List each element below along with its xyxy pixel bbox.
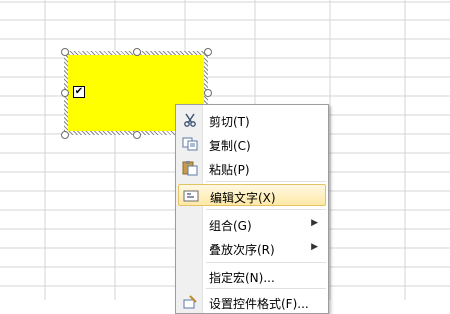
menu-item-order[interactable]: 叠放次序(R) ▶: [178, 237, 326, 259]
resize-handle-bottom-middle[interactable]: [133, 131, 141, 139]
resize-handle-bottom-left[interactable]: [61, 131, 69, 139]
menu-item-label: 复制(C): [209, 139, 251, 153]
menu-separator: [206, 209, 326, 210]
resize-handle-top-left[interactable]: [61, 48, 69, 56]
menu-item-copy[interactable]: 复制(C): [178, 133, 326, 155]
menu-item-label: 设置控件格式(F)...: [209, 297, 309, 311]
resize-handle-middle-right[interactable]: [204, 89, 212, 97]
menu-separator: [206, 288, 326, 289]
menu-item-edit-text[interactable]: 编辑文字(X): [178, 184, 326, 206]
menu-item-label: 编辑文字(X): [210, 191, 276, 205]
format-control-icon: [182, 294, 198, 310]
menu-item-group[interactable]: 组合(G) ▶: [178, 213, 326, 235]
copy-icon: [182, 136, 198, 152]
context-menu: 剪切(T) 复制(C) 粘贴(P) 编辑文字(X) 组合(G) ▶ 叠放次序(R…: [175, 104, 329, 314]
menu-separator: [206, 262, 326, 263]
menu-item-label: 指定宏(N)...: [209, 271, 275, 285]
paste-icon: [182, 160, 198, 176]
scissors-icon: [182, 112, 198, 128]
resize-handle-top-middle[interactable]: [133, 48, 141, 56]
submenu-arrow-icon: ▶: [311, 218, 318, 228]
menu-item-paste[interactable]: 粘贴(P): [178, 157, 326, 179]
menu-item-assign-macro[interactable]: 指定宏(N)...: [178, 265, 326, 287]
submenu-arrow-icon: ▶: [311, 242, 318, 252]
resize-handle-top-right[interactable]: [204, 48, 212, 56]
menu-item-label: 组合(G): [209, 219, 252, 233]
menu-item-label: 粘贴(P): [209, 163, 250, 177]
checkbox-control[interactable]: ✔: [73, 86, 85, 98]
edit-text-icon: [183, 188, 199, 204]
menu-separator: [206, 181, 326, 182]
resize-handle-middle-left[interactable]: [61, 89, 69, 97]
menu-item-label: 剪切(T): [209, 115, 250, 129]
menu-item-label: 叠放次序(R): [209, 243, 275, 257]
menu-item-format-control[interactable]: 设置控件格式(F)...: [178, 291, 326, 313]
menu-item-cut[interactable]: 剪切(T): [178, 109, 326, 131]
